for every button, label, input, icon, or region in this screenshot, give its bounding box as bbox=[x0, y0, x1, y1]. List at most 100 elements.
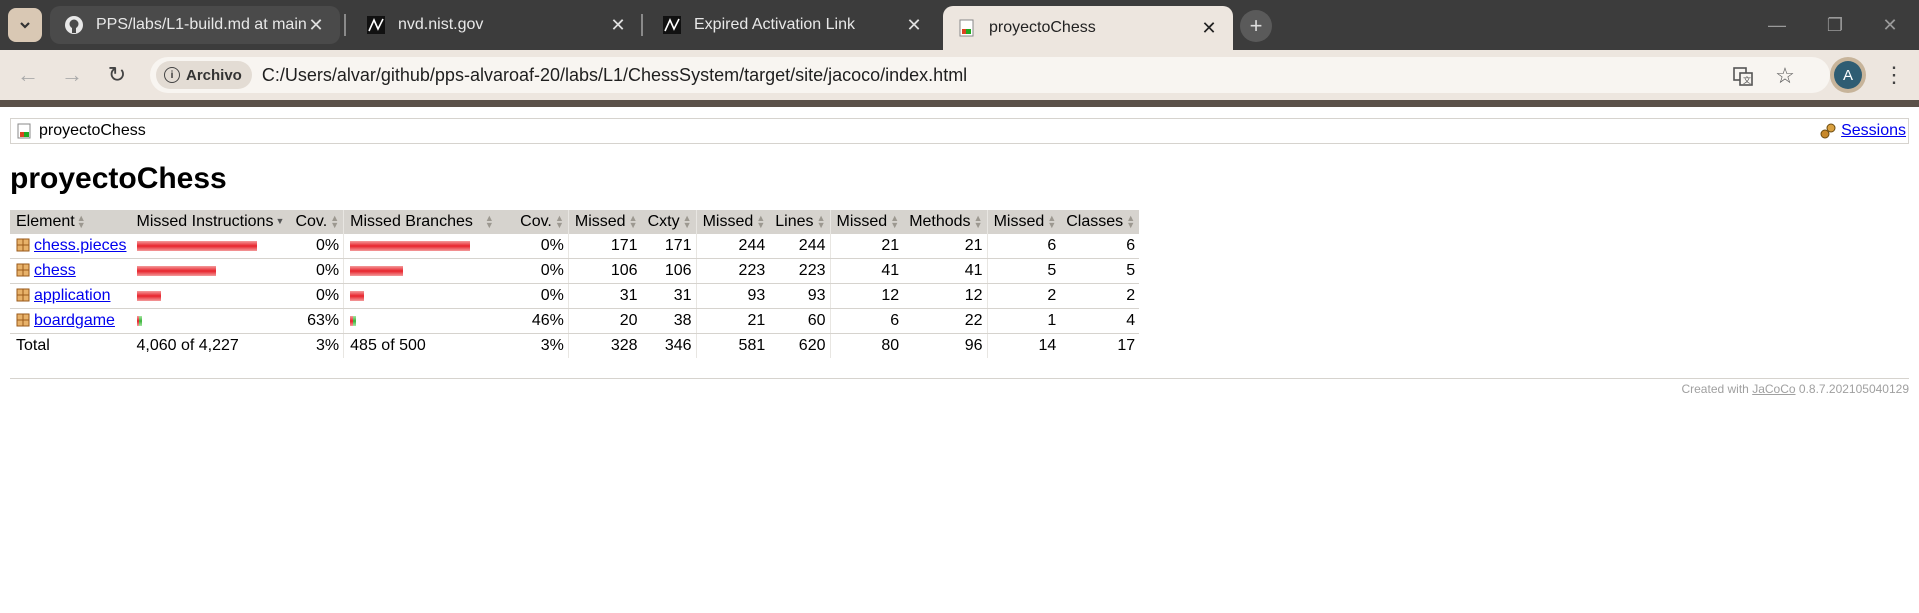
total-classes-missed: 14 bbox=[986, 333, 1061, 358]
package-link[interactable]: chess.pieces bbox=[34, 237, 127, 254]
col-missed-branches[interactable]: Missed Branches ▲ ▼ bbox=[343, 210, 515, 234]
cxty: 38 bbox=[641, 308, 697, 334]
sort-icon: ▲ ▼ bbox=[973, 212, 983, 230]
cxty-missed: 31 bbox=[567, 283, 642, 309]
tab-search-button[interactable] bbox=[8, 8, 42, 42]
table-row: chess 0% 0% 106 106 223 223 41 41 5 5 bbox=[10, 258, 1140, 284]
classes: 2 bbox=[1060, 283, 1140, 309]
sort-icon: ▲ ▼ bbox=[330, 212, 340, 230]
col-lines-missed[interactable]: Missed ▲ ▼ bbox=[695, 210, 770, 234]
sessions-link[interactable]: Sessions bbox=[1841, 122, 1906, 140]
table-row: application 0% 0% 31 31 93 93 12 12 2 2 bbox=[10, 283, 1140, 309]
cxty: 106 bbox=[641, 258, 697, 284]
package-link[interactable]: boardgame bbox=[34, 312, 115, 329]
info-icon: i bbox=[164, 67, 180, 83]
covered-bar bbox=[138, 316, 142, 326]
github-icon bbox=[64, 15, 84, 35]
methods: 12 bbox=[903, 283, 988, 309]
restore-button[interactable]: ❐ bbox=[1806, 0, 1864, 50]
more-menu-icon[interactable]: ⋮ bbox=[1880, 59, 1908, 91]
col-cxty[interactable]: Cxty ▲ ▼ bbox=[641, 210, 697, 234]
url-text[interactable]: C:/Users/alvar/github/pps-alvaroaf-20/la… bbox=[262, 65, 967, 86]
page-title: proyectoChess bbox=[10, 162, 227, 195]
site-info-chip[interactable]: i Archivo bbox=[156, 61, 252, 89]
total-methods: 96 bbox=[964, 337, 983, 354]
col-classes-missed[interactable]: Missed ▲ ▼ bbox=[986, 210, 1061, 234]
col-methods[interactable]: Methods ▲ ▼ bbox=[903, 210, 988, 234]
tab-github[interactable]: PPS/labs/L1-build.md at main · ✕ bbox=[50, 6, 340, 44]
total-methods-missed: 80 bbox=[829, 333, 904, 358]
close-window-button[interactable]: ✕ bbox=[1861, 0, 1919, 50]
jacoco-report-icon bbox=[957, 18, 977, 38]
col-instructions-cov[interactable]: Cov. ▲ ▼ bbox=[289, 210, 344, 234]
new-tab-button[interactable]: + bbox=[1240, 10, 1272, 42]
methods-missed: 41 bbox=[829, 258, 904, 284]
missed-bar bbox=[136, 241, 257, 251]
tab-nvd[interactable]: nvd.nist.gov ✕ bbox=[352, 6, 642, 44]
classes: 5 bbox=[1060, 258, 1140, 284]
instructions-cov: 63% bbox=[289, 308, 344, 334]
bookmark-star-icon[interactable]: ☆ bbox=[1774, 63, 1796, 88]
element-cell: chess bbox=[10, 258, 131, 284]
branches-cov: 0% bbox=[514, 258, 569, 284]
minimize-button[interactable]: — bbox=[1748, 0, 1806, 50]
arrow-left-icon: ← bbox=[17, 62, 39, 87]
branches-bar bbox=[343, 234, 515, 259]
classes: 4 bbox=[1060, 308, 1140, 334]
total-cxty-missed: 328 bbox=[567, 333, 642, 358]
package-icon bbox=[16, 313, 30, 327]
close-icon[interactable]: ✕ bbox=[904, 15, 924, 35]
avatar-letter: A bbox=[1834, 61, 1862, 89]
back-button[interactable]: ← bbox=[12, 59, 44, 91]
sort-icon: ▲ ▼ bbox=[682, 212, 692, 230]
jacoco-link[interactable]: JaCoCo bbox=[1752, 382, 1795, 396]
col-cxty-missed[interactable]: Missed ▲ ▼ bbox=[567, 210, 642, 234]
sessions-icon bbox=[1820, 123, 1836, 139]
element-cell: chess.pieces bbox=[10, 234, 131, 259]
methods-missed: 12 bbox=[829, 283, 904, 309]
cxty-missed: 20 bbox=[567, 308, 642, 334]
profile-avatar[interactable]: A bbox=[1830, 57, 1866, 93]
minimize-icon: — bbox=[1768, 14, 1786, 35]
tab-title: nvd.nist.gov bbox=[398, 16, 484, 33]
element-cell: application bbox=[10, 283, 131, 309]
col-missed-instructions[interactable]: Missed Instructions ▼ bbox=[130, 210, 290, 234]
tab-expired-activation[interactable]: Expired Activation Link ✕ bbox=[648, 6, 938, 44]
instructions-bar bbox=[130, 258, 290, 284]
total-lines: 620 bbox=[798, 337, 826, 354]
col-branches-cov[interactable]: Cov. ▲ ▼ bbox=[514, 210, 569, 234]
col-lines[interactable]: Lines ▲ ▼ bbox=[769, 210, 830, 234]
total-branches-cov: 3% bbox=[540, 337, 564, 354]
total-instructions: 4,060 of 4,227 bbox=[136, 337, 239, 354]
col-classes[interactable]: Classes ▲ ▼ bbox=[1060, 210, 1140, 234]
instructions-bar bbox=[130, 308, 290, 334]
footer-prefix: Created with bbox=[1681, 382, 1749, 396]
package-link[interactable]: application bbox=[34, 287, 111, 304]
col-methods-missed[interactable]: Missed ▲ ▼ bbox=[829, 210, 904, 234]
instructions-cov: 0% bbox=[289, 258, 344, 284]
close-icon[interactable]: ✕ bbox=[608, 15, 628, 35]
toolbar-divider bbox=[0, 100, 1919, 107]
translate-icon[interactable]: 文 bbox=[1732, 65, 1754, 87]
branches-cov: 46% bbox=[514, 308, 569, 334]
address-bar[interactable]: i Archivo C:/Users/alvar/github/pps-alva… bbox=[150, 57, 1830, 93]
reload-button[interactable]: ↻ bbox=[101, 59, 133, 91]
close-icon[interactable]: ✕ bbox=[1199, 18, 1219, 38]
methods: 21 bbox=[903, 234, 988, 259]
sort-icon: ▲ ▼ bbox=[756, 212, 766, 230]
branches-cov: 0% bbox=[514, 234, 569, 259]
tab-title: Expired Activation Link bbox=[694, 16, 855, 33]
table-total-row: Total 4,060 of 4,227 3% 485 of 500 3% 32… bbox=[10, 333, 1139, 358]
table-header-row: Element ▲ ▼ Missed Instructions ▼ Cov. ▲ ▼ Mi… bbox=[10, 210, 1140, 234]
coverage-table: Element ▲ ▼ Missed Instructions ▼ Cov. ▲ ▼ Mi… bbox=[10, 210, 1140, 358]
lines: 93 bbox=[769, 283, 830, 309]
forward-button[interactable]: → bbox=[56, 59, 88, 91]
missed-bar bbox=[136, 291, 161, 301]
package-link[interactable]: chess bbox=[34, 262, 76, 279]
col-element[interactable]: Element ▲ ▼ bbox=[10, 210, 131, 234]
close-icon[interactable]: ✕ bbox=[306, 15, 326, 35]
classes-missed: 6 bbox=[986, 234, 1061, 259]
tab-proyectochess[interactable]: proyectoChess ✕ bbox=[943, 6, 1233, 50]
classes: 6 bbox=[1060, 234, 1140, 259]
arrow-right-icon: → bbox=[61, 62, 83, 87]
